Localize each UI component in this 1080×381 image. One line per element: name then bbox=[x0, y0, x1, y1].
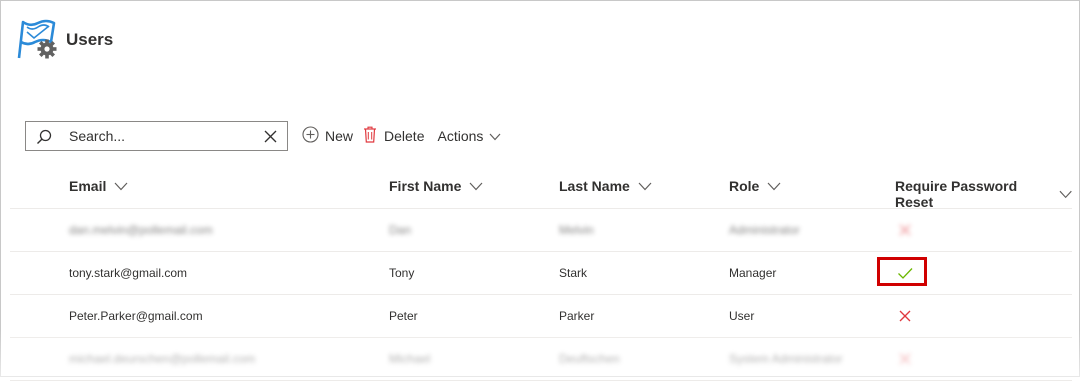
last-name-cell: Deuftschen bbox=[559, 352, 620, 366]
page-title: Users bbox=[66, 30, 114, 49]
new-button[interactable]: New bbox=[302, 126, 353, 146]
column-header-label: Require Password Reset bbox=[895, 178, 1018, 210]
actions-button-label: Actions bbox=[437, 128, 484, 144]
flag-gear-logo-icon bbox=[16, 18, 60, 60]
first-name-cell: Peter bbox=[389, 309, 418, 323]
column-header-email[interactable]: Email bbox=[69, 178, 128, 194]
first-name-cell: Dan bbox=[389, 223, 412, 237]
column-header-role[interactable]: Role bbox=[729, 178, 781, 194]
table-row[interactable]: Peter.Parker@gmail.com Peter Parker User bbox=[10, 295, 1072, 338]
new-button-label: New bbox=[325, 128, 354, 144]
page-header: Users bbox=[16, 18, 113, 60]
column-header-require-password-reset[interactable]: Require Password Reset bbox=[895, 178, 1072, 210]
table-row[interactable]: tony.stark@gmail.com Tony Stark Manager bbox=[10, 252, 1072, 295]
table-header: Email First Name Last Name Role Require … bbox=[10, 166, 1072, 210]
users-table: Email First Name Last Name Role Require … bbox=[10, 166, 1072, 381]
highlight-box bbox=[877, 257, 927, 286]
email-cell: tony.stark@gmail.com bbox=[69, 266, 187, 280]
search-icon bbox=[36, 129, 52, 150]
role-cell: User bbox=[729, 309, 755, 323]
chevron-down-icon bbox=[469, 182, 483, 190]
chevron-down-icon bbox=[767, 182, 781, 190]
delete-button[interactable]: Delete bbox=[363, 126, 424, 146]
role-cell: Manager bbox=[729, 266, 777, 280]
chevron-down-icon bbox=[489, 128, 501, 144]
table-row[interactable]: dan.melvin@pollemail.com Dan Melvin Admi… bbox=[10, 209, 1072, 252]
search-input[interactable] bbox=[67, 127, 251, 145]
actions-menu-button[interactable]: Actions bbox=[437, 128, 501, 144]
close-icon[interactable] bbox=[264, 130, 277, 148]
email-cell: Peter.Parker@gmail.com bbox=[69, 309, 203, 323]
first-name-cell: Tony bbox=[389, 266, 415, 280]
add-circle-icon bbox=[302, 126, 319, 146]
column-header-first-name[interactable]: First Name bbox=[389, 178, 483, 194]
search-box[interactable] bbox=[25, 121, 288, 151]
last-name-cell: Stark bbox=[559, 266, 588, 280]
column-header-label: First Name bbox=[389, 178, 462, 194]
column-header-label: Role bbox=[729, 178, 760, 194]
column-header-last-name[interactable]: Last Name bbox=[559, 178, 652, 194]
column-header-label: Last Name bbox=[559, 178, 630, 194]
email-cell: dan.melvin@pollemail.com bbox=[69, 223, 213, 237]
first-name-cell: Michael bbox=[389, 352, 431, 366]
cross-icon bbox=[897, 308, 913, 324]
table-row[interactable]: michael.deurschen@pollemail.com Michael … bbox=[10, 338, 1072, 381]
command-bar: New Delete Actions bbox=[25, 121, 501, 151]
chevron-down-icon bbox=[638, 182, 652, 190]
chevron-down-icon bbox=[1059, 190, 1072, 198]
cross-icon bbox=[897, 351, 913, 367]
chevron-down-icon bbox=[114, 182, 128, 190]
trash-icon bbox=[363, 126, 377, 146]
last-name-cell: Melvin bbox=[559, 223, 594, 237]
cross-icon bbox=[897, 222, 913, 238]
email-cell: michael.deurschen@pollemail.com bbox=[69, 352, 256, 366]
delete-button-label: Delete bbox=[384, 128, 425, 144]
role-cell: System Administrator bbox=[729, 352, 843, 366]
last-name-cell: Parker bbox=[559, 309, 595, 323]
column-header-label: Email bbox=[69, 178, 107, 194]
role-cell: Administrator bbox=[729, 223, 800, 237]
